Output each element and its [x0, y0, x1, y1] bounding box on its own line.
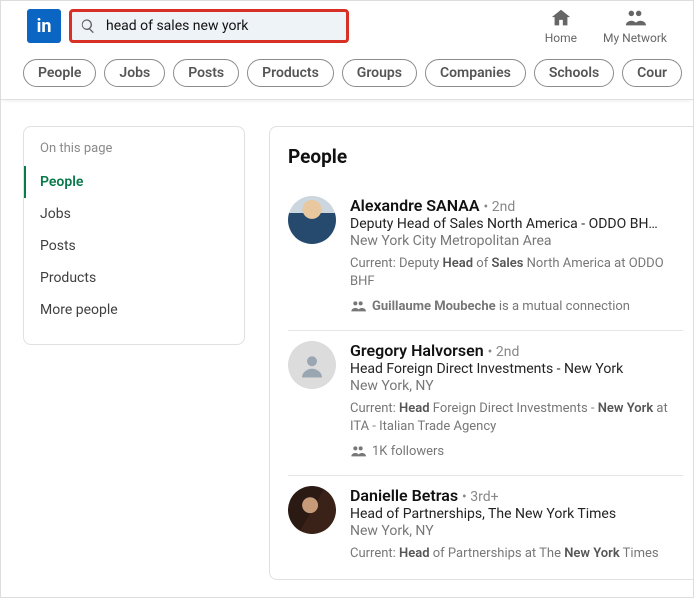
search-input[interactable] [106, 18, 338, 34]
sidebar-title: On this page [24, 141, 244, 166]
people-icon [350, 298, 366, 314]
sidebar-item-posts[interactable]: Posts [24, 230, 244, 262]
result-row[interactable]: Danielle Betras • 3rd+ Head of Partnersh… [288, 476, 683, 579]
avatar[interactable] [288, 196, 336, 244]
content-area: On this page People Jobs Posts Products … [1, 100, 693, 580]
person-name: Gregory Halvorsen [350, 341, 484, 360]
mutual-connection: Guillaume Moubeche is a mutual connectio… [350, 298, 683, 314]
result-info: Danielle Betras • 3rd+ Head of Partnersh… [350, 486, 683, 563]
network-icon [624, 7, 646, 29]
nav-network-label: My Network [603, 31, 667, 45]
sidebar-item-people[interactable]: People [24, 166, 244, 198]
degree: 3rd+ [470, 489, 498, 505]
results-heading: People [288, 145, 683, 168]
filter-schools[interactable]: Schools [534, 59, 614, 87]
result-info: Gregory Halvorsen • 2nd Head Foreign Dir… [350, 341, 683, 459]
filter-groups[interactable]: Groups [342, 59, 417, 87]
sidebar-item-jobs[interactable]: Jobs [24, 198, 244, 230]
name-line[interactable]: Gregory Halvorsen • 2nd [350, 341, 683, 360]
filter-posts[interactable]: Posts [173, 59, 239, 87]
headline: Head of Partnerships, The New York Times [350, 506, 683, 522]
avatar[interactable] [288, 486, 336, 534]
sidebar: On this page People Jobs Posts Products … [23, 126, 245, 345]
top-nav: Home My Network [545, 7, 667, 45]
person-name: Alexandre SANAA [350, 196, 480, 215]
linkedin-logo[interactable]: in [27, 9, 61, 43]
top-bar: in Home My Network [1, 1, 693, 53]
filter-products[interactable]: Products [247, 59, 334, 87]
sidebar-item-more[interactable]: More people [24, 294, 244, 326]
filter-companies[interactable]: Companies [425, 59, 526, 87]
filter-people[interactable]: People [23, 59, 96, 87]
sidebar-item-products[interactable]: Products [24, 262, 244, 294]
nav-home[interactable]: Home [545, 7, 577, 45]
people-icon [350, 443, 366, 459]
search-box[interactable] [69, 9, 349, 43]
degree: 2nd [492, 199, 516, 215]
search-icon [80, 18, 96, 34]
results-panel: People Alexandre SANAA • 2nd Deputy Head… [269, 126, 693, 580]
current-position: Current: Head Foreign Direct Investments… [350, 400, 683, 435]
degree: 2nd [496, 344, 520, 360]
location: New York, NY [350, 523, 683, 539]
current-position: Current: Head of Partnerships at The New… [350, 545, 683, 563]
home-icon [550, 7, 572, 29]
filter-more[interactable]: Cour [622, 59, 682, 87]
current-position: Current: Deputy Head of Sales North Amer… [350, 255, 683, 290]
result-row[interactable]: Alexandre SANAA • 2nd Deputy Head of Sal… [288, 186, 683, 331]
filter-row: People Jobs Posts Products Groups Compan… [1, 53, 693, 100]
nav-home-label: Home [545, 31, 577, 45]
result-row[interactable]: Gregory Halvorsen • 2nd Head Foreign Dir… [288, 331, 683, 476]
person-name: Danielle Betras [350, 486, 458, 505]
person-icon [297, 350, 327, 380]
followers: 1K followers [350, 443, 683, 459]
location: New York City Metropolitan Area [350, 233, 683, 249]
headline: Deputy Head of Sales North America - ODD… [350, 216, 683, 232]
name-line[interactable]: Alexandre SANAA • 2nd [350, 196, 683, 215]
nav-network[interactable]: My Network [603, 7, 667, 45]
location: New York, NY [350, 378, 683, 394]
filter-jobs[interactable]: Jobs [104, 59, 165, 87]
headline: Head Foreign Direct Investments - New Yo… [350, 361, 683, 377]
avatar[interactable] [288, 341, 336, 389]
result-info: Alexandre SANAA • 2nd Deputy Head of Sal… [350, 196, 683, 314]
name-line[interactable]: Danielle Betras • 3rd+ [350, 486, 683, 505]
